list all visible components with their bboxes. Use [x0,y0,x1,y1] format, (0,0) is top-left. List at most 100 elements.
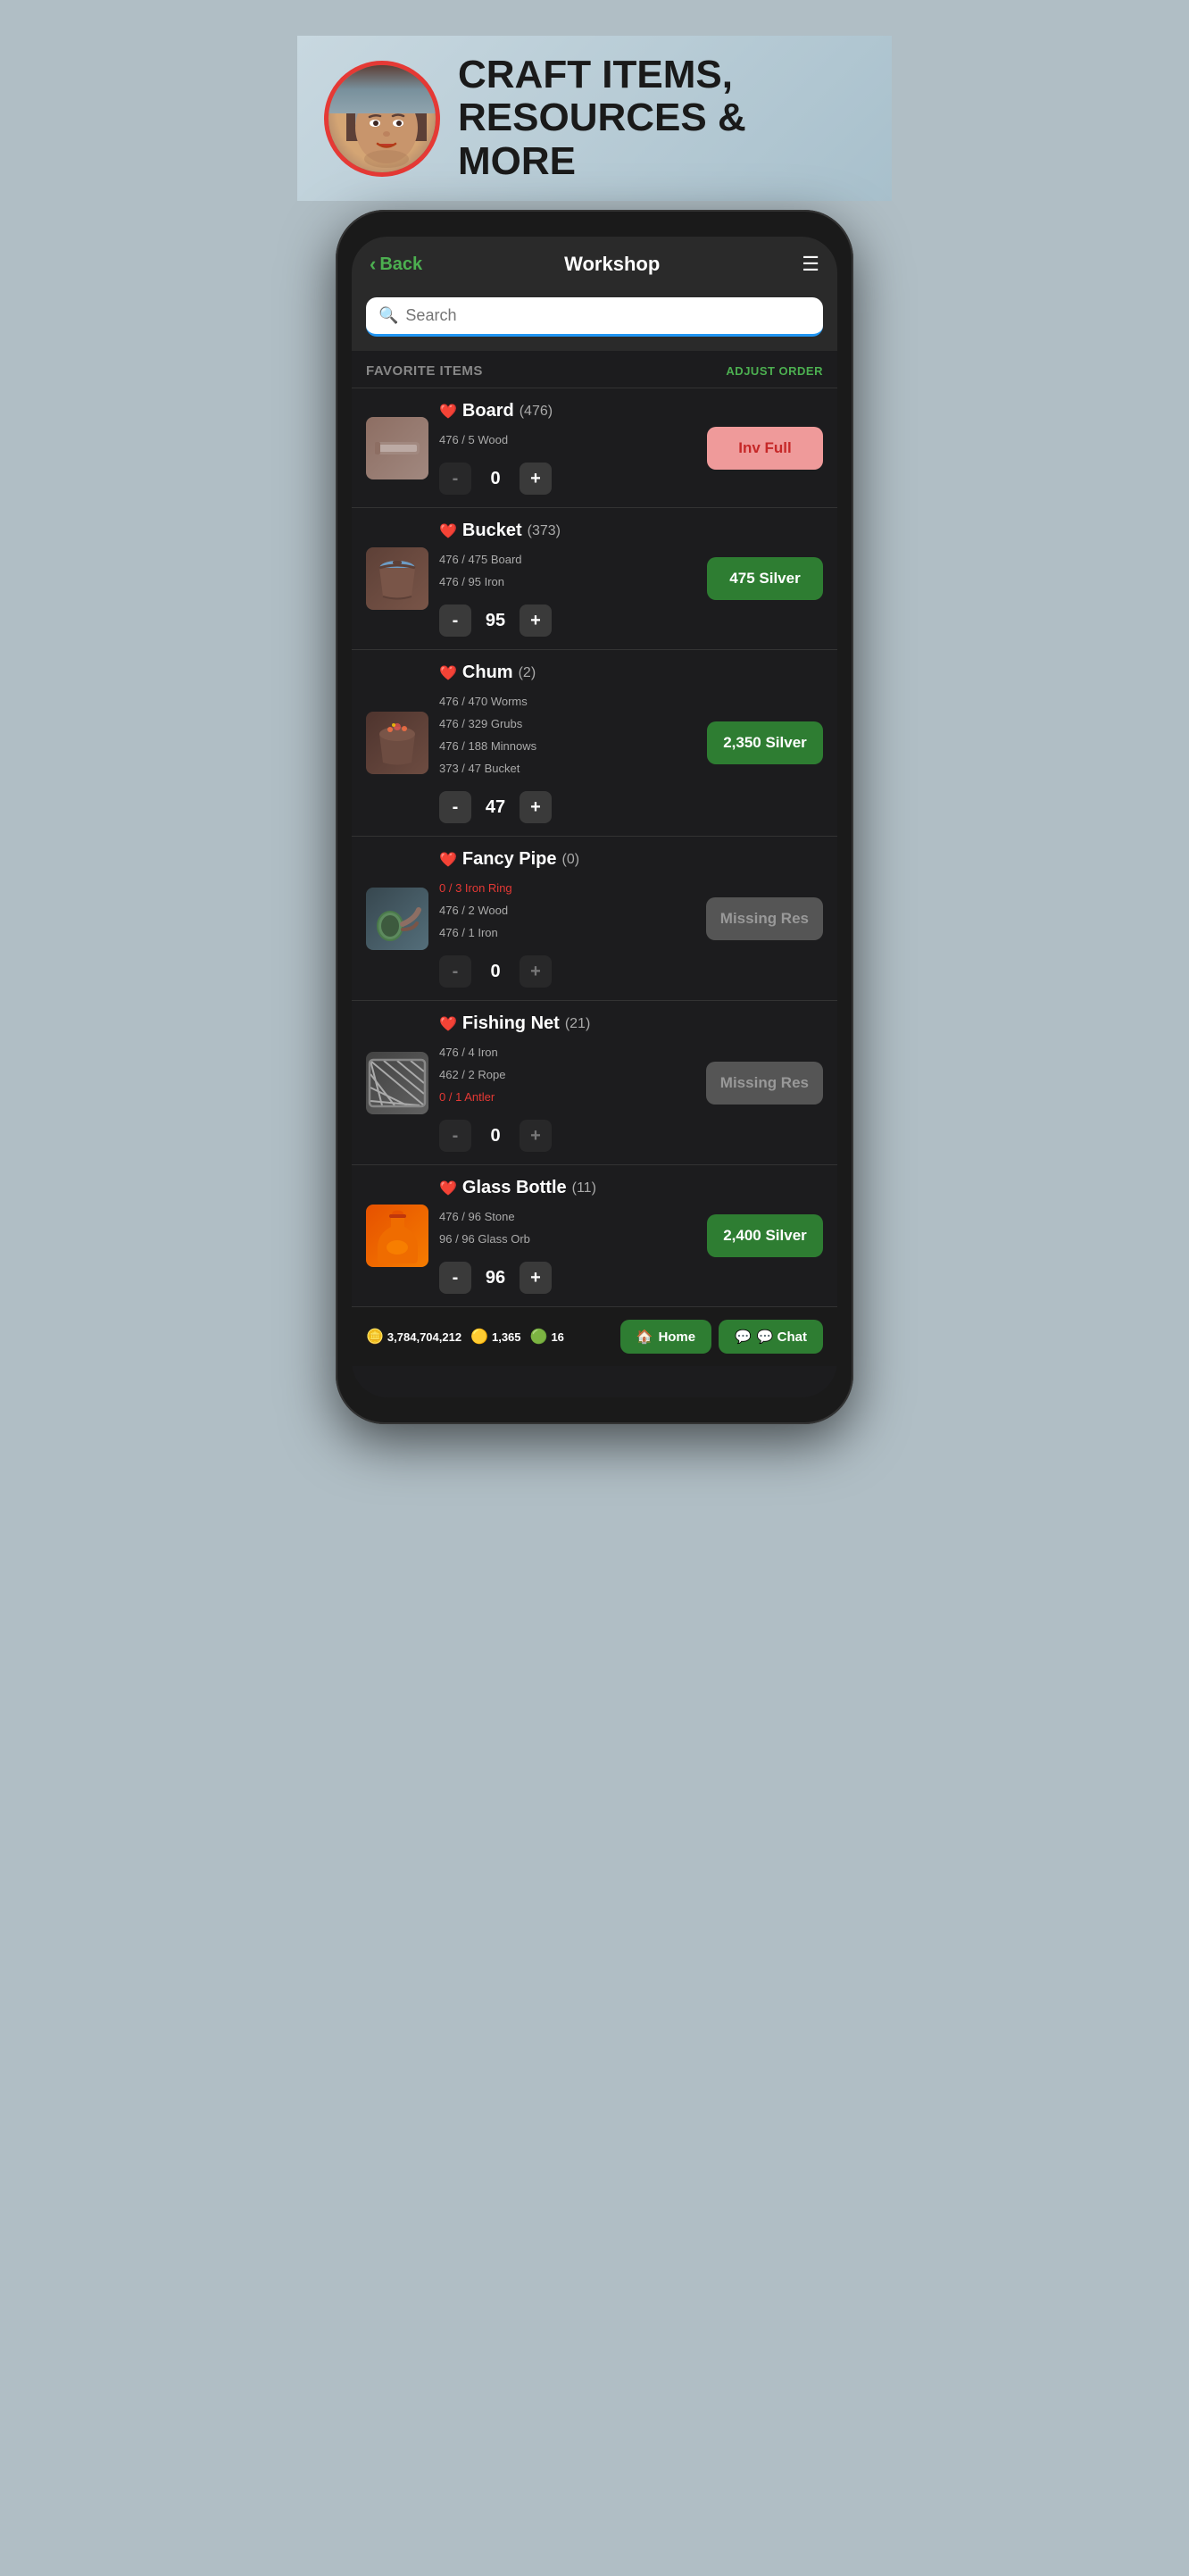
hero-title: CRAFT ITEMS, RESOURCES & MORE [458,54,865,183]
resource-line: 476 / 329 Grubs [439,717,696,730]
nav-buttons: 🏠 Home 💬 💬 Chat [620,1320,823,1354]
resource-line: 476 / 475 Board [439,553,696,566]
quantity-increase-button[interactable]: + [520,791,552,823]
item-name: Chum [462,663,513,683]
resource-line: 476 / 96 Stone [439,1210,696,1223]
screen-title: Workshop [564,253,660,276]
resource-line: 476 / 4 Iron [439,1046,695,1059]
quantity-row: - 47 + [439,791,696,823]
item-image-fishnet [366,1052,428,1114]
item-name: Glass Bottle [462,1178,567,1198]
quantity-increase-button[interactable]: + [520,1262,552,1294]
item-name-row-bucket: ❤️ Bucket (373) [439,521,696,541]
quantity-row: - 96 + [439,1262,696,1294]
hero-section: CRAFT ITEMS, RESOURCES & MORE [297,36,892,201]
quantity-decrease-button[interactable]: - [439,1262,471,1294]
resource-line-missing: 0 / 3 Iron Ring [439,881,695,895]
item-image-board [366,417,428,479]
quantity-value: 0 [482,1126,509,1146]
favorite-heart-icon: ❤️ [439,403,457,421]
item-name-row-pipe: ❤️ Fancy Pipe (0) [439,849,695,870]
page-container: CRAFT ITEMS, RESOURCES & MORE ‹ Back Wor… [297,36,892,1424]
item-row: ❤️ Fancy Pipe (0) 0 / 3 Iron Ring 476 / … [352,836,837,1000]
resource-line: 476 / 1 Iron [439,926,695,939]
search-input[interactable] [405,306,811,325]
resource-line: 476 / 2 Wood [439,904,695,917]
chat-label: 💬 Chat [757,1329,807,1345]
home-label: Home [658,1330,695,1345]
resource-line: 476 / 188 Minnows [439,739,696,753]
item-image-chum [366,712,428,774]
chat-icon: 💬 [735,1329,752,1345]
search-input-wrap: 🔍 [366,297,823,337]
item-details-chum: ❤️ Chum (2) 476 / 470 Worms 476 / 329 Gr… [439,663,696,823]
currency-group: 🪙 3,784,704,212 🟡 1,365 🟢 16 [366,1328,564,1346]
bottom-bar: 🪙 3,784,704,212 🟡 1,365 🟢 16 🏠 [352,1306,837,1366]
item-row: ❤️ Glass Bottle (11) 476 / 96 Stone 96 /… [352,1164,837,1306]
back-label: Back [379,254,422,275]
item-details-board: ❤️ Board (476) 476 / 5 Wood - 0 + [439,401,696,495]
gold-coin-icon: 🟡 [470,1328,488,1346]
quantity-increase-button[interactable]: + [520,463,552,495]
item-image-pipe [366,888,428,950]
resource-line: 476 / 95 Iron [439,575,696,588]
quantity-row: - 0 + [439,1120,695,1152]
gem-amount: 16 [551,1330,563,1344]
back-button[interactable]: ‹ Back [370,253,422,276]
quantity-decrease-button[interactable]: - [439,463,471,495]
item-name: Board [462,401,514,421]
item-details-bucket: ❤️ Bucket (373) 476 / 475 Board 476 / 95… [439,521,696,637]
item-name-row-bottle: ❤️ Glass Bottle (11) [439,1178,696,1198]
item-row: ❤️ Board (476) 476 / 5 Wood - 0 + Inv Fu… [352,388,837,507]
search-icon: 🔍 [378,306,398,325]
favorite-heart-icon: ❤️ [439,664,457,682]
resource-line: 373 / 47 Bucket [439,762,696,775]
item-count: (0) [562,852,580,868]
favorite-heart-icon: ❤️ [439,522,457,540]
quantity-increase-button[interactable]: + [520,955,552,988]
item-details-pipe: ❤️ Fancy Pipe (0) 0 / 3 Iron Ring 476 / … [439,849,695,988]
item-name: Fishing Net [462,1013,560,1034]
silver-coin-icon: 🪙 [366,1328,384,1346]
item-name: Bucket [462,521,522,541]
item-count: (11) [572,1180,596,1196]
action-button-pipe[interactable]: Missing Res [706,897,823,940]
quantity-increase-button[interactable]: + [520,604,552,637]
action-button-bottle[interactable]: 2,400 Silver [707,1214,823,1257]
quantity-increase-button[interactable]: + [520,1120,552,1152]
item-details-bottle: ❤️ Glass Bottle (11) 476 / 96 Stone 96 /… [439,1178,696,1294]
adjust-order-button[interactable]: ADJUST ORDER [726,364,823,378]
currency-gem: 🟢 16 [530,1328,564,1346]
action-button-board[interactable]: Inv Full [707,427,823,470]
item-count: (21) [565,1016,590,1032]
avatar [324,61,440,177]
menu-icon[interactable]: ☰ [802,253,819,276]
item-row: ❤️ Bucket (373) 476 / 475 Board 476 / 95… [352,507,837,649]
search-bar: 🔍 [352,288,837,351]
quantity-value: 95 [482,611,509,631]
quantity-decrease-button[interactable]: - [439,955,471,988]
favorite-heart-icon: ❤️ [439,1015,457,1033]
home-icon: 🏠 [636,1329,653,1345]
action-button-bucket[interactable]: 475 Silver [707,557,823,600]
quantity-value: 0 [482,962,509,982]
currency-gold: 🟡 1,365 [470,1328,520,1346]
favorite-heart-icon: ❤️ [439,851,457,869]
back-chevron-icon: ‹ [370,253,376,276]
action-button-fishnet[interactable]: Missing Res [706,1062,823,1105]
action-button-chum[interactable]: 2,350 Silver [707,721,823,764]
quantity-decrease-button[interactable]: - [439,791,471,823]
quantity-row: - 0 + [439,955,695,988]
section-title: FAVORITE ITEMS [366,363,483,379]
quantity-row: - 95 + [439,604,696,637]
resource-line: 462 / 2 Rope [439,1068,695,1081]
chat-button[interactable]: 💬 💬 Chat [719,1320,823,1354]
top-bar: ‹ Back Workshop ☰ [352,237,837,288]
quantity-value: 47 [482,797,509,818]
item-image-bottle [366,1205,428,1267]
home-button[interactable]: 🏠 Home [620,1320,711,1354]
resource-line: 476 / 470 Worms [439,695,696,708]
quantity-decrease-button[interactable]: - [439,1120,471,1152]
quantity-value: 0 [482,469,509,489]
quantity-decrease-button[interactable]: - [439,604,471,637]
